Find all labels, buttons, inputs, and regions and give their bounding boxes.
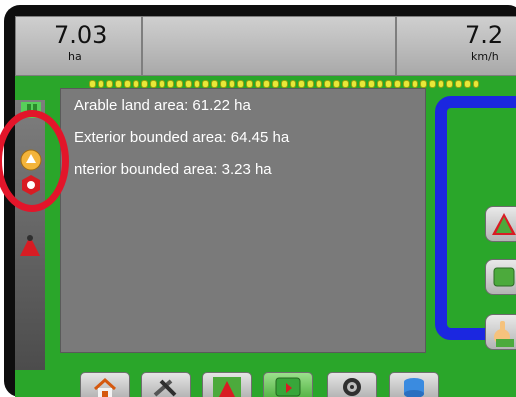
display-screen: 7.03 ha 7.2 km/h Arable land area: 61.22… <box>15 16 516 397</box>
tools-button[interactable] <box>141 372 191 397</box>
area-readout[interactable]: 7.03 ha <box>15 16 142 76</box>
area-value: 7.03 <box>54 21 108 49</box>
vehicle-view-button[interactable] <box>485 206 516 242</box>
gps-status-icon <box>343 378 361 396</box>
field-view-tab[interactable] <box>263 372 313 397</box>
vehicle-view-tab[interactable] <box>202 372 252 397</box>
home-icon <box>93 377 117 397</box>
speed-value: 7.2 <box>465 21 504 49</box>
speed-readout[interactable]: 7.2 km/h <box>396 16 516 76</box>
lightbar-dots <box>89 80 480 88</box>
tools-icon <box>153 379 177 397</box>
gps-status-button[interactable] <box>327 372 377 397</box>
field-view-icon <box>493 267 515 287</box>
speed-unit: km/h <box>471 50 499 63</box>
status-bar: 7.03 ha 7.2 km/h <box>15 16 516 76</box>
area-info-popup: Arable land area: 61.22 ha Exterior boun… <box>60 88 426 353</box>
area-unit: ha <box>68 50 82 63</box>
vehicle-view-icon <box>492 213 516 235</box>
bottom-toolbar <box>77 372 497 397</box>
interior-area-text: nterior bounded area: 3.23 ha <box>74 161 272 178</box>
pan-button[interactable] <box>485 314 516 350</box>
data-button[interactable] <box>389 372 439 397</box>
field-view-button[interactable] <box>485 259 516 295</box>
hand-pan-icon <box>494 321 514 347</box>
vehicle-icon <box>20 235 40 256</box>
field-view-icon <box>275 377 301 397</box>
status-center-cell <box>142 16 396 76</box>
exterior-area-text: Exterior bounded area: 64.45 ha <box>74 129 290 146</box>
vehicle-view-icon <box>213 377 241 397</box>
home-button[interactable] <box>80 372 130 397</box>
arable-area-text: Arable land area: 61.22 ha <box>74 97 251 114</box>
data-icon <box>404 378 424 397</box>
